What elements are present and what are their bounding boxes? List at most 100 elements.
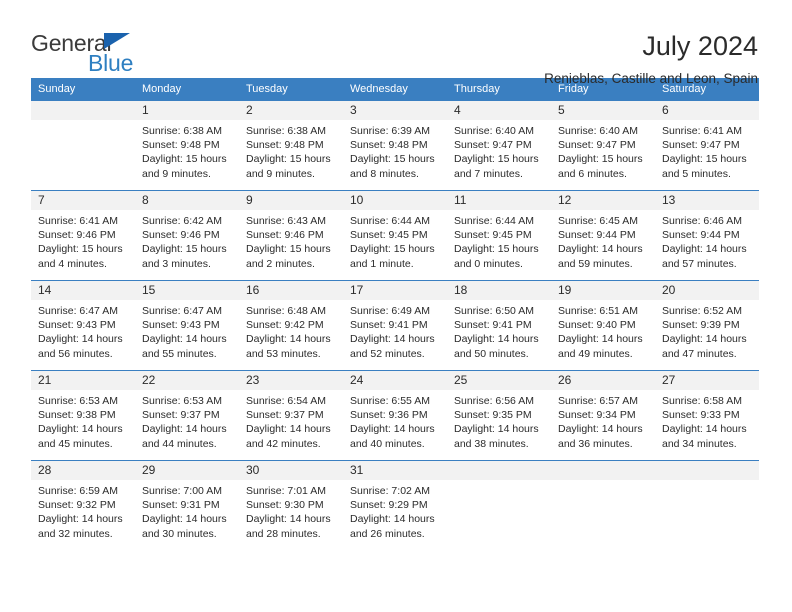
daylight-duration-line2: and 50 minutes. xyxy=(454,347,529,360)
calendar-day-cell[interactable]: 29 Sunrise: 7:00 AM Sunset: 9:31 PM Dayligh… xyxy=(135,460,239,551)
calendar-day-cell[interactable]: 2 Sunrise: 6:38 AM Sunset: 9:48 PM Daylight… xyxy=(239,100,343,191)
daylight-duration-line1: Daylight: 15 hours xyxy=(454,153,539,166)
daylight-duration-line2: and 59 minutes. xyxy=(558,257,633,270)
calendar-day-cell[interactable]: 22 Sunrise: 6:53 AM Sunset: 9:37 PM Dayligh… xyxy=(135,370,239,461)
calendar-day-cell[interactable]: 7 Sunrise: 6:41 AM Sunset: 9:46 PM Daylight… xyxy=(31,190,135,281)
calendar-day-cell[interactable]: 20 Sunrise: 6:52 AM Sunset: 9:39 PM Dayligh… xyxy=(655,280,759,371)
calendar-day-cell[interactable]: 14 Sunrise: 6:47 AM Sunset: 9:43 PM Dayligh… xyxy=(31,280,135,371)
calendar-body: 1 Sunrise: 6:38 AM Sunset: 9:48 PM Daylight… xyxy=(31,100,759,551)
daylight-duration-line1: Daylight: 15 hours xyxy=(558,153,643,166)
sunrise-time: Sunrise: 6:47 AM xyxy=(38,305,118,317)
day-number: 15 xyxy=(135,281,239,300)
calendar-day-cell[interactable]: 4 Sunrise: 6:40 AM Sunset: 9:47 PM Daylight… xyxy=(447,100,551,191)
sunrise-time: Sunrise: 6:44 AM xyxy=(350,215,430,227)
calendar-day-cell[interactable]: 16 Sunrise: 6:48 AM Sunset: 9:42 PM Dayligh… xyxy=(239,280,343,371)
day-details: Sunrise: 6:53 AM Sunset: 9:37 PM Daylight:… xyxy=(135,390,239,451)
sunset-time: Sunset: 9:36 PM xyxy=(350,409,428,422)
calendar-day-cell[interactable]: 26 Sunrise: 6:57 AM Sunset: 9:34 PM Dayligh… xyxy=(551,370,655,461)
calendar-day-cell[interactable]: 28 Sunrise: 6:59 AM Sunset: 9:32 PM Dayligh… xyxy=(31,460,135,551)
calendar-day-cell[interactable]: 24 Sunrise: 6:55 AM Sunset: 9:36 PM Dayligh… xyxy=(343,370,447,461)
day-number xyxy=(655,461,759,480)
daylight-duration-line1: Daylight: 14 hours xyxy=(38,333,123,346)
day-number: 11 xyxy=(447,191,551,210)
calendar-day-cell[interactable]: 31 Sunrise: 7:02 AM Sunset: 9:29 PM Dayligh… xyxy=(343,460,447,551)
sunset-time: Sunset: 9:38 PM xyxy=(38,409,116,422)
daylight-duration-line1: Daylight: 14 hours xyxy=(246,423,331,436)
page-title: July 2024 xyxy=(642,31,758,61)
daylight-duration-line1: Daylight: 15 hours xyxy=(142,153,227,166)
daylight-duration-line2: and 52 minutes. xyxy=(350,347,425,360)
daylight-duration-line1: Daylight: 14 hours xyxy=(38,513,123,526)
calendar-day-cell[interactable]: 6 Sunrise: 6:41 AM Sunset: 9:47 PM Daylight… xyxy=(655,100,759,191)
logo-triangle-icon xyxy=(104,33,130,49)
calendar-day-cell[interactable]: 1 Sunrise: 6:38 AM Sunset: 9:48 PM Daylight… xyxy=(135,100,239,191)
day-details: Sunrise: 6:56 AM Sunset: 9:35 PM Daylight:… xyxy=(447,390,551,451)
logo-text-blue: Blue xyxy=(88,50,134,76)
calendar-day-cell-empty xyxy=(447,460,551,551)
daylight-duration-line1: Daylight: 14 hours xyxy=(558,423,643,436)
day-number: 28 xyxy=(31,461,135,480)
calendar-week-row: 1 Sunrise: 6:38 AM Sunset: 9:48 PM Daylight… xyxy=(31,100,759,191)
daylight-duration-line1: Daylight: 14 hours xyxy=(246,513,331,526)
daylight-duration-line1: Daylight: 14 hours xyxy=(142,513,227,526)
day-number: 23 xyxy=(239,371,343,390)
sunrise-time: Sunrise: 6:41 AM xyxy=(662,125,742,137)
calendar-day-cell[interactable]: 23 Sunrise: 6:54 AM Sunset: 9:37 PM Dayligh… xyxy=(239,370,343,461)
calendar-day-cell[interactable]: 25 Sunrise: 6:56 AM Sunset: 9:35 PM Dayligh… xyxy=(447,370,551,461)
day-details: Sunrise: 6:44 AM Sunset: 9:45 PM Daylight:… xyxy=(447,210,551,271)
day-details: Sunrise: 6:44 AM Sunset: 9:45 PM Daylight:… xyxy=(343,210,447,271)
calendar-day-cell[interactable]: 5 Sunrise: 6:40 AM Sunset: 9:47 PM Daylight… xyxy=(551,100,655,191)
calendar-day-cell[interactable]: 10 Sunrise: 6:44 AM Sunset: 9:45 PM Dayligh… xyxy=(343,190,447,281)
day-details: Sunrise: 6:46 AM Sunset: 9:44 PM Daylight:… xyxy=(655,210,759,271)
calendar-day-cell[interactable]: 8 Sunrise: 6:42 AM Sunset: 9:46 PM Daylight… xyxy=(135,190,239,281)
day-details: Sunrise: 6:38 AM Sunset: 9:48 PM Daylight:… xyxy=(239,120,343,181)
calendar-day-cell[interactable]: 18 Sunrise: 6:50 AM Sunset: 9:41 PM Dayligh… xyxy=(447,280,551,371)
sunrise-time: Sunrise: 6:47 AM xyxy=(142,305,222,317)
calendar-day-cell[interactable]: 13 Sunrise: 6:46 AM Sunset: 9:44 PM Dayligh… xyxy=(655,190,759,281)
daylight-duration-line2: and 53 minutes. xyxy=(246,347,321,360)
calendar-day-cell[interactable]: 30 Sunrise: 7:01 AM Sunset: 9:30 PM Dayligh… xyxy=(239,460,343,551)
weekday-header-sunday: Sunday xyxy=(31,78,135,101)
daylight-duration-line1: Daylight: 14 hours xyxy=(350,513,435,526)
day-number: 27 xyxy=(655,371,759,390)
day-details: Sunrise: 6:51 AM Sunset: 9:40 PM Daylight:… xyxy=(551,300,655,361)
daylight-duration-line2: and 2 minutes. xyxy=(246,257,315,270)
calendar-day-cell[interactable]: 3 Sunrise: 6:39 AM Sunset: 9:48 PM Daylight… xyxy=(343,100,447,191)
daylight-duration-line2: and 45 minutes. xyxy=(38,437,113,450)
sunrise-time: Sunrise: 6:57 AM xyxy=(558,395,638,407)
sunrise-time: Sunrise: 6:44 AM xyxy=(454,215,534,227)
daylight-duration-line2: and 1 minute. xyxy=(350,257,414,270)
day-number: 13 xyxy=(655,191,759,210)
day-details: Sunrise: 7:00 AM Sunset: 9:31 PM Daylight:… xyxy=(135,480,239,541)
sunrise-time: Sunrise: 6:51 AM xyxy=(558,305,638,317)
calendar-day-cell[interactable]: 17 Sunrise: 6:49 AM Sunset: 9:41 PM Dayligh… xyxy=(343,280,447,371)
calendar-week-row: 21 Sunrise: 6:53 AM Sunset: 9:38 PM Dayligh… xyxy=(31,370,759,461)
calendar-day-cell[interactable]: 19 Sunrise: 6:51 AM Sunset: 9:40 PM Dayligh… xyxy=(551,280,655,371)
calendar-grid: Sunday Monday Tuesday Wednesday Thursday… xyxy=(31,78,759,551)
day-number: 1 xyxy=(135,101,239,120)
day-number: 21 xyxy=(31,371,135,390)
sunset-time: Sunset: 9:35 PM xyxy=(454,409,532,422)
sunset-time: Sunset: 9:29 PM xyxy=(350,499,428,512)
sunset-time: Sunset: 9:37 PM xyxy=(246,409,324,422)
calendar-day-cell[interactable]: 9 Sunrise: 6:43 AM Sunset: 9:46 PM Daylight… xyxy=(239,190,343,281)
calendar-day-cell[interactable]: 21 Sunrise: 6:53 AM Sunset: 9:38 PM Dayligh… xyxy=(31,370,135,461)
calendar-day-cell[interactable]: 11 Sunrise: 6:44 AM Sunset: 9:45 PM Dayligh… xyxy=(447,190,551,281)
sunset-time: Sunset: 9:44 PM xyxy=(558,229,636,242)
calendar-day-cell[interactable]: 12 Sunrise: 6:45 AM Sunset: 9:44 PM Dayligh… xyxy=(551,190,655,281)
calendar-day-cell[interactable]: 27 Sunrise: 6:58 AM Sunset: 9:33 PM Dayligh… xyxy=(655,370,759,461)
daylight-duration-line2: and 8 minutes. xyxy=(350,167,419,180)
calendar-day-cell[interactable]: 15 Sunrise: 6:47 AM Sunset: 9:43 PM Dayligh… xyxy=(135,280,239,371)
daylight-duration-line2: and 38 minutes. xyxy=(454,437,529,450)
page-header: General Blue July 2024 Renieblas, Castil… xyxy=(0,0,792,86)
day-details: Sunrise: 6:55 AM Sunset: 9:36 PM Daylight:… xyxy=(343,390,447,451)
calendar-table: Sunday Monday Tuesday Wednesday Thursday… xyxy=(31,78,759,551)
daylight-duration-line1: Daylight: 14 hours xyxy=(662,243,747,256)
sunrise-time: Sunrise: 6:53 AM xyxy=(142,395,222,407)
daylight-duration-line1: Daylight: 14 hours xyxy=(558,243,643,256)
sunset-time: Sunset: 9:37 PM xyxy=(142,409,220,422)
daylight-duration-line1: Daylight: 14 hours xyxy=(454,333,539,346)
daylight-duration-line2: and 7 minutes. xyxy=(454,167,523,180)
sunrise-time: Sunrise: 6:58 AM xyxy=(662,395,742,407)
sunrise-time: Sunrise: 6:56 AM xyxy=(454,395,534,407)
